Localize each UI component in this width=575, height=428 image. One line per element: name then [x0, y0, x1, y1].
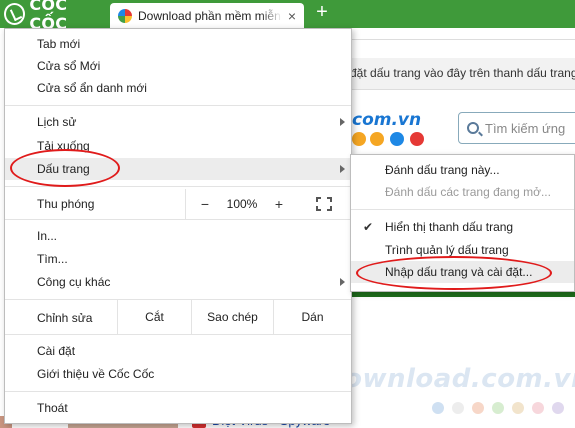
zoom-controls: − 100% +: [185, 189, 351, 219]
annotation-ellipse: [356, 256, 552, 290]
menu-divider: [351, 209, 574, 210]
menu-divider: [5, 105, 351, 106]
new-tab-button[interactable]: +: [312, 2, 332, 23]
search-placeholder: Tìm kiếm ứng: [485, 120, 566, 136]
green-banner: [352, 292, 575, 297]
watermark-dot: [512, 402, 524, 414]
watermark: Download.com.vn: [322, 364, 575, 394]
toolbar-divider: [352, 39, 575, 40]
menu-item-history[interactable]: Lịch sử: [5, 111, 351, 133]
submenu-item-bookmark-this[interactable]: Đánh dấu trang này...: [351, 159, 574, 181]
menu-item-label: Cài đặt: [37, 344, 76, 358]
paste-button[interactable]: Dán: [273, 300, 351, 334]
logo-dot: [370, 132, 384, 146]
coccoc-logo-icon: [4, 3, 26, 25]
menu-item-label: Lịch sử: [37, 115, 77, 129]
menu-item-label: Tìm...: [37, 252, 68, 266]
logo-dot: [390, 132, 404, 146]
menu-item-about[interactable]: Giới thiệu về Cốc Cốc: [5, 363, 351, 385]
site-logo[interactable]: com.vn: [352, 110, 421, 130]
menu-item-find[interactable]: Tìm...: [5, 248, 351, 270]
tab-title: Download phần mềm miễn phí: [138, 8, 282, 23]
menu-item-settings[interactable]: Cài đặt: [5, 340, 351, 362]
coccoc-menu-button[interactable]: CỐC CỐC: [0, 0, 108, 33]
menu-item-label: Cửa sổ Mới: [37, 59, 101, 73]
chevron-right-icon: [340, 165, 345, 173]
edit-row: Chỉnh sửa Cắt Sao chép Dán: [5, 300, 351, 334]
submenu-item-label: Hiển thị thanh dấu trang: [385, 220, 514, 234]
menu-item-label: Tab mới: [37, 37, 81, 51]
watermark-dot: [552, 402, 564, 414]
submenu-item-label: Đánh dấu trang này...: [385, 163, 500, 177]
zoom-label: Thu phóng: [37, 197, 95, 211]
submenu-item-show-bookmark-bar[interactable]: ✔ Hiển thị thanh dấu trang: [351, 216, 574, 238]
chevron-right-icon: [340, 118, 345, 126]
menu-item-label: Thoát: [37, 401, 68, 415]
edit-label: Chỉnh sửa: [37, 311, 93, 325]
checkmark-icon: ✔: [363, 220, 374, 234]
zoom-out-button[interactable]: −: [186, 196, 224, 212]
logo-dot: [352, 132, 366, 146]
logo-dot: [410, 132, 424, 146]
tab-strip: CỐC CỐC Download phần mềm miễn phí × +: [0, 0, 575, 33]
zoom-level: 100%: [226, 197, 258, 211]
menu-item-exit[interactable]: Thoát: [5, 397, 351, 419]
menu-item-label: Cửa sổ ẩn danh mới: [37, 81, 147, 95]
watermark-dot: [532, 402, 544, 414]
menu-item-label: In...: [37, 229, 58, 243]
browser-tab[interactable]: Download phần mềm miễn phí ×: [110, 3, 304, 28]
menu-item-incognito[interactable]: Cửa sổ ẩn danh mới: [5, 77, 351, 99]
menu-item-more-tools[interactable]: Công cụ khác: [5, 271, 351, 293]
menu-item-print[interactable]: In...: [5, 225, 351, 247]
watermark-dot: [432, 402, 444, 414]
annotation-ellipse: [10, 149, 120, 187]
bookmark-bar-hint: đặt dấu trang vào đây trên thanh dấu tra…: [344, 58, 575, 90]
menu-item-new-tab[interactable]: Tab mới: [5, 33, 351, 55]
menu-divider: [5, 334, 351, 335]
cut-button[interactable]: Cắt: [117, 300, 191, 334]
browser-main-menu: Tab mới Cửa sổ Mới Cửa sổ ẩn danh mới Lị…: [4, 28, 352, 424]
watermark-dot: [492, 402, 504, 414]
close-icon[interactable]: ×: [288, 9, 296, 23]
menu-item-label: Giới thiệu về Cốc Cốc: [37, 367, 155, 381]
chevron-right-icon: [340, 278, 345, 286]
submenu-item-label: Đánh dấu các trang đang mở...: [385, 185, 551, 199]
watermark-dot: [472, 402, 484, 414]
submenu-item-label: Trình quản lý dấu trang: [385, 243, 509, 257]
copy-button[interactable]: Sao chép: [191, 300, 273, 334]
watermark-dot: [452, 402, 464, 414]
menu-divider: [5, 219, 351, 220]
menu-divider: [5, 391, 351, 392]
zoom-row: Thu phóng − 100% +: [5, 189, 351, 219]
menu-item-label: Công cụ khác: [37, 275, 111, 289]
menu-item-new-window[interactable]: Cửa sổ Mới: [5, 55, 351, 77]
search-icon: [467, 122, 479, 134]
favicon-icon: [118, 8, 132, 23]
submenu-item-bookmark-open-tabs[interactable]: Đánh dấu các trang đang mở...: [351, 181, 574, 203]
zoom-in-button[interactable]: +: [260, 196, 298, 212]
site-search-input[interactable]: Tìm kiếm ứng: [458, 112, 575, 144]
fullscreen-icon[interactable]: [316, 197, 332, 211]
